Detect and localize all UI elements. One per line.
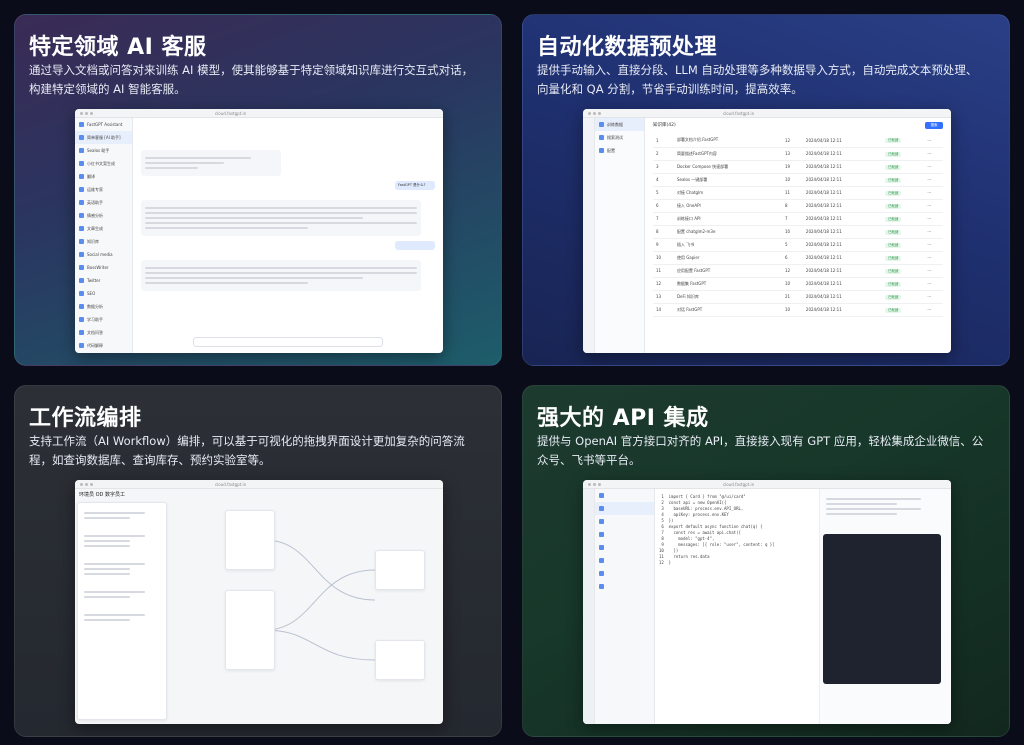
card-description: 提供手动输入、直接分段、LLM 自动处理等多种数据导入方式，自动完成文本预处理、… (537, 63, 978, 96)
sidebar-item[interactable]: 翻译 (75, 170, 132, 183)
feature-card-ai-service: 特定领域 AI 客服 通过导入文档或问答对来训练 AI 模型，使其能够基于特定领… (14, 14, 502, 366)
screenshot-workflow-app: cloud.fastgpt.in 环境员 OD 数字员工 (75, 480, 443, 724)
search-button[interactable]: 搜索 (925, 122, 943, 129)
sidebar-item[interactable]: 代码解释 (75, 339, 132, 352)
sidebar-item[interactable]: 简单客服 [AI 助手] (75, 131, 132, 144)
table-row[interactable]: 6 接入 OneAPI 8 2024/04/18 12:11 已就绪 ··· (653, 199, 943, 213)
sidebar-item[interactable]: 文档问答 (75, 326, 132, 339)
table-row[interactable]: 8 配置 chatglm2-m3e 10 2024/04/18 12:11 已就绪 ··· (653, 225, 943, 239)
card-title: 强大的 API 集成 (537, 406, 709, 431)
table-row[interactable]: 14 对话 FastGPT 10 2024/04/18 12:11 已就绪 ··· (653, 303, 943, 317)
sidebar-item[interactable]: 运维专家 (75, 183, 132, 196)
table-row[interactable]: 10 使用 Gapier 6 2024/04/18 12:11 已就绪 ··· (653, 251, 943, 265)
feature-card-workflow: 工作流编排 支持工作流（AI Workflow）编排，可以基于可视化的拖拽界面设… (14, 385, 502, 737)
table-row[interactable]: 1 部署文档介绍.FastGPT 12 2024/04/18 12:11 已就绪 ··· (653, 134, 943, 148)
table-row[interactable]: 4 Sealos 一键部署 10 2024/04/18 12:11 已就绪 ··· (653, 173, 943, 187)
sidebar-item[interactable]: 数据分析 (75, 300, 132, 313)
table-row[interactable]: 12 数据集 FastGPT 10 2024/04/18 12:11 已就绪 ··· (653, 277, 943, 291)
table-row[interactable]: 9 插入 飞书 5 2024/04/18 12:11 已就绪 ··· (653, 238, 943, 252)
table-row[interactable]: 11 应用配置 FastGPT 12 2024/04/18 12:11 已就绪 ··· (653, 264, 943, 278)
table-row[interactable]: 13 DeFi 知识库 21 2024/04/18 12:11 已就绪 ··· (653, 290, 943, 304)
sidebar-item[interactable]: 英语助手 (75, 196, 132, 209)
code-line: 12 } (659, 560, 672, 565)
card-description: 支持工作流（AI Workflow）编排，可以基于可视化的拖拽界面设计更加复杂的… (29, 434, 465, 467)
sidebar-item[interactable]: FastGPT Assistant (75, 118, 132, 131)
card-title: 工作流编排 (29, 406, 142, 431)
sidebar-item[interactable]: Twitter (75, 274, 132, 287)
sidebar-item[interactable]: 小红书文案生成 (75, 157, 132, 170)
table-row[interactable]: 5 对接 Chatglm 11 2024/04/18 12:11 已就绪 ··· (653, 186, 943, 200)
sidebar-item[interactable]: 知识库 (75, 235, 132, 248)
screenshot-dataset-app: cloud.fastgpt.in 训练数据 搜索测试 配置 知识库(42) 搜索… (583, 109, 951, 353)
sidebar-item[interactable]: Social media (75, 248, 132, 261)
code-editor[interactable]: 1 import { Card } from "@/ui/card" 2 con… (659, 494, 819, 720)
dataset-table: 1 部署文档介绍.FastGPT 12 2024/04/18 12:11 已就绪 ··· 2… (653, 134, 943, 317)
feature-card-api: 强大的 API 集成 提供与 OpenAI 官方接口对齐的 API，直接接入现有… (522, 385, 1010, 737)
table-row[interactable]: 7 训练接口 API 7 2024/04/18 12:11 已就绪 ··· (653, 212, 943, 226)
table-row[interactable]: 3 Docker Compose 快速部署 19 2024/04/18 12:11 已就… (653, 160, 943, 174)
chat-input[interactable] (193, 337, 383, 347)
table-row[interactable]: 2 简要描述FastGPT内容 13 2024/04/18 12:11 已就绪 ··· (653, 147, 943, 161)
card-description: 通过导入文档或问答对来训练 AI 模型，使其能够基于特定领域知识库进行交互式对话… (29, 63, 474, 96)
sidebar-item[interactable]: 情感分析 (75, 209, 132, 222)
sidebar-item[interactable]: 文章生成 (75, 222, 132, 235)
screenshot-code-app: cloud.fastgpt.in 1 import { Card } from … (583, 480, 951, 724)
screenshot-chat-app: cloud.fastgpt.in FastGPT Assistant 简单客服 [… (75, 109, 443, 353)
card-description: 提供与 OpenAI 官方接口对齐的 API，直接接入现有 GPT 应用，轻松集… (537, 434, 984, 467)
breadcrumb: 知识库(42) (653, 123, 676, 128)
sidebar-item[interactable]: BossWriter (75, 261, 132, 274)
chat-sidebar: FastGPT Assistant 简单客服 [AI 助手] Sealos 助手 小红… (75, 118, 133, 353)
sidebar-item[interactable]: SEO (75, 287, 132, 300)
user-message: FastGPT 是什么? (395, 181, 435, 190)
card-title: 特定领域 AI 客服 (29, 35, 207, 60)
card-title: 自动化数据预处理 (537, 35, 718, 60)
sidebar-item[interactable]: 学习助手 (75, 313, 132, 326)
feature-card-data-preprocessing: 自动化数据预处理 提供手动输入、直接分段、LLM 自动处理等多种数据导入方式，自… (522, 14, 1010, 366)
sidebar-item[interactable]: Sealos 助手 (75, 144, 132, 157)
